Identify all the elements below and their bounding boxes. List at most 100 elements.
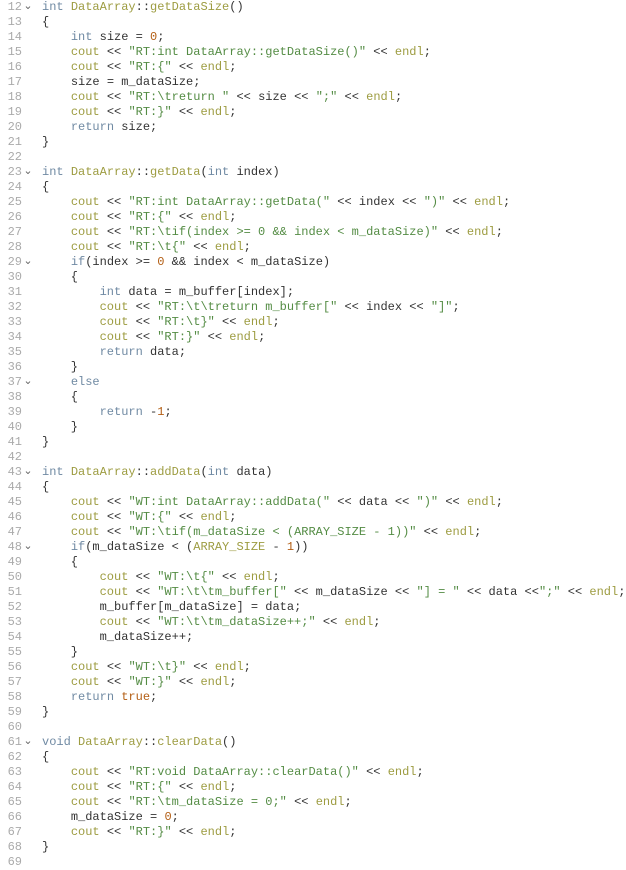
code-line[interactable]: cout << "RT:\treturn " << size << ";" <<… <box>42 90 626 105</box>
code-line[interactable]: } <box>42 645 626 660</box>
token-var: index <box>359 195 395 209</box>
code-line[interactable]: return size; <box>42 120 626 135</box>
code-line[interactable]: } <box>42 705 626 720</box>
code-line[interactable]: int data = m_buffer[index]; <box>42 285 626 300</box>
token-var: data <box>128 285 157 299</box>
line-number: 39 <box>0 405 22 420</box>
code-line[interactable]: m_dataSize++; <box>42 630 626 645</box>
code-line[interactable] <box>42 150 626 165</box>
token-punct <box>42 120 71 134</box>
token-punct: << <box>561 585 590 599</box>
code-line[interactable]: } <box>42 840 626 855</box>
code-line[interactable]: cout << "WT:\tif(m_dataSize < (ARRAY_SIZ… <box>42 525 626 540</box>
fold-toggle-icon[interactable]: ⌄ <box>22 0 34 15</box>
gutter-row: 27 <box>0 225 34 240</box>
code-line[interactable]: int DataArray::getData(int index) <box>42 165 626 180</box>
token-punct: << <box>100 675 129 689</box>
code-line[interactable]: } <box>42 135 626 150</box>
token-punct: << <box>287 90 316 104</box>
code-line[interactable]: int size = 0; <box>42 30 626 45</box>
code-line[interactable]: { <box>42 750 626 765</box>
code-area[interactable]: int DataArray::getDataSize(){ int size =… <box>38 0 626 870</box>
code-line[interactable]: cout << "RT:\t{" << endl; <box>42 240 626 255</box>
fold-toggle-icon[interactable]: ⌄ <box>22 375 34 390</box>
code-line[interactable]: return -1; <box>42 405 626 420</box>
code-line[interactable]: { <box>42 180 626 195</box>
code-line[interactable]: cout << "RT:void DataArray::clearData()"… <box>42 765 626 780</box>
code-line[interactable]: if(m_dataSize < (ARRAY_SIZE - 1)) <box>42 540 626 555</box>
token-num: 0 <box>164 810 171 824</box>
token-punct: ; <box>244 660 251 674</box>
code-line[interactable]: cout << "WT:}" << endl; <box>42 675 626 690</box>
code-line[interactable]: { <box>42 15 626 30</box>
gutter-row: 66 <box>0 810 34 825</box>
code-line[interactable]: cout << "RT:}" << endl; <box>42 825 626 840</box>
line-number: 15 <box>0 45 22 60</box>
token-punct: ( <box>200 465 207 479</box>
code-line[interactable]: } <box>42 435 626 450</box>
token-type: endl <box>316 795 345 809</box>
token-str: "RT:\t\treturn m_buffer[" <box>157 300 337 314</box>
code-line[interactable]: m_buffer[m_dataSize] = data; <box>42 600 626 615</box>
code-line[interactable]: size = m_dataSize; <box>42 75 626 90</box>
code-line[interactable]: { <box>42 480 626 495</box>
code-line[interactable]: cout << "WT:int DataArray::addData(" << … <box>42 495 626 510</box>
code-line[interactable] <box>42 855 626 870</box>
gutter-row: 53 <box>0 615 34 630</box>
fold-toggle-icon[interactable]: ⌄ <box>22 255 34 270</box>
line-number: 64 <box>0 780 22 795</box>
code-line[interactable]: cout << "RT:\tif(index >= 0 && index < m… <box>42 225 626 240</box>
token-punct: << <box>100 780 129 794</box>
token-type: cout <box>71 825 100 839</box>
token-type: endl <box>589 585 618 599</box>
code-line[interactable]: else <box>42 375 626 390</box>
code-line[interactable]: cout << "WT:\t}" << endl; <box>42 660 626 675</box>
fold-toggle-icon[interactable]: ⌄ <box>22 165 34 180</box>
token-str: "RT:}" <box>128 825 171 839</box>
gutter-row: 65 <box>0 795 34 810</box>
token-punct: } <box>42 645 78 659</box>
code-line[interactable]: { <box>42 390 626 405</box>
fold-toggle-icon[interactable]: ⌄ <box>22 465 34 480</box>
code-line[interactable]: cout << "RT:{" << endl; <box>42 210 626 225</box>
code-line[interactable] <box>42 720 626 735</box>
token-punct: ; <box>229 210 236 224</box>
code-line[interactable]: int DataArray::addData(int data) <box>42 465 626 480</box>
code-line[interactable]: } <box>42 420 626 435</box>
fold-toggle-icon[interactable]: ⌄ <box>22 735 34 750</box>
line-number: 48 <box>0 540 22 555</box>
code-line[interactable]: { <box>42 270 626 285</box>
code-line[interactable]: cout << "RT:\tm_dataSize = 0;" << endl; <box>42 795 626 810</box>
token-punct <box>42 330 100 344</box>
code-line[interactable]: cout << "WT:{" << endl; <box>42 510 626 525</box>
gutter-row: 17 <box>0 75 34 90</box>
line-number: 20 <box>0 120 22 135</box>
code-line[interactable]: } <box>42 360 626 375</box>
code-line[interactable]: cout << "RT:}" << endl; <box>42 105 626 120</box>
code-line[interactable]: cout << "RT:int DataArray::getDataSize()… <box>42 45 626 60</box>
code-line[interactable]: cout << "RT:int DataArray::getData(" << … <box>42 195 626 210</box>
token-punct <box>143 345 150 359</box>
token-punct: )) <box>294 540 308 554</box>
code-line[interactable]: void DataArray::clearData() <box>42 735 626 750</box>
token-punct <box>42 105 71 119</box>
token-punct: << <box>366 45 395 59</box>
code-line[interactable]: cout << "WT:\t\tm_dataSize++;" << endl; <box>42 615 626 630</box>
code-line[interactable]: return true; <box>42 690 626 705</box>
code-line[interactable]: cout << "RT:{" << endl; <box>42 780 626 795</box>
code-line[interactable]: cout << "RT:{" << endl; <box>42 60 626 75</box>
code-line[interactable]: return data; <box>42 345 626 360</box>
code-line[interactable]: cout << "RT:\t}" << endl; <box>42 315 626 330</box>
code-line[interactable]: int DataArray::getDataSize() <box>42 0 626 15</box>
code-line[interactable] <box>42 450 626 465</box>
code-line[interactable]: cout << "WT:\t\tm_buffer[" << m_dataSize… <box>42 585 626 600</box>
code-line[interactable]: cout << "RT:\t\treturn m_buffer[" << ind… <box>42 300 626 315</box>
code-line[interactable]: { <box>42 555 626 570</box>
code-line[interactable]: cout << "RT:}" << endl; <box>42 330 626 345</box>
line-number: 45 <box>0 495 22 510</box>
code-line[interactable]: m_dataSize = 0; <box>42 810 626 825</box>
code-line[interactable]: if(index >= 0 && index < m_dataSize) <box>42 255 626 270</box>
fold-toggle-icon[interactable]: ⌄ <box>22 540 34 555</box>
token-punct: = <box>128 30 150 44</box>
code-line[interactable]: cout << "WT:\t{" << endl; <box>42 570 626 585</box>
